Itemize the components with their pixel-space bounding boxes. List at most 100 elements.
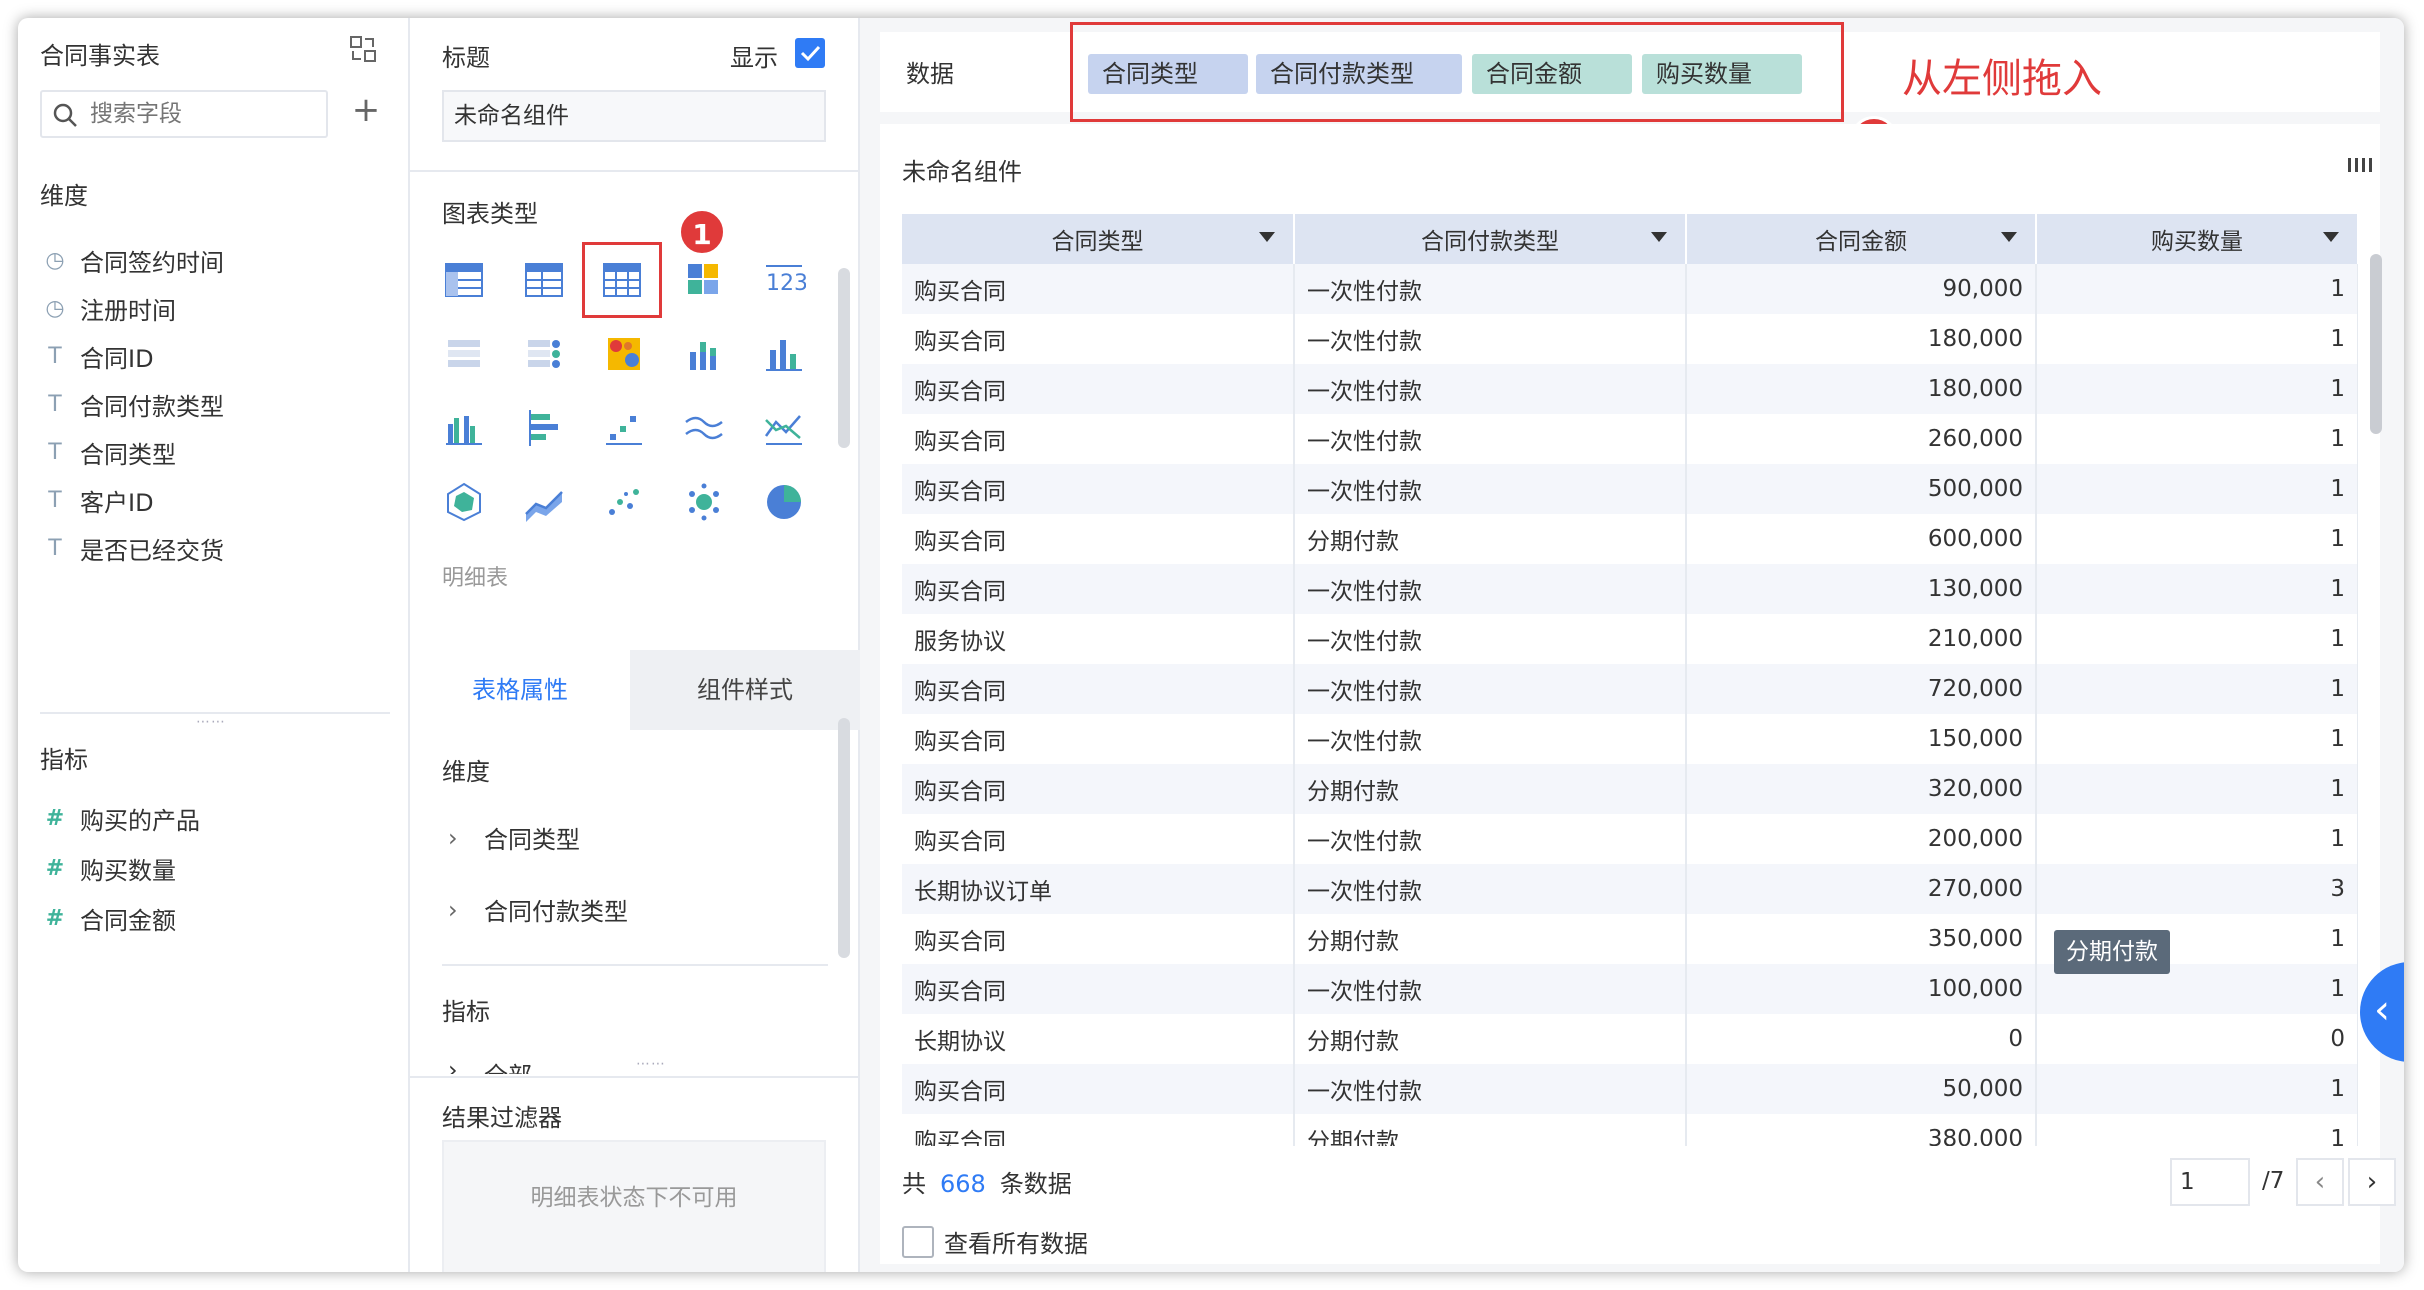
view-all-toggle[interactable]: 查看所有数据 [902, 1224, 1088, 1259]
chart-type-line[interactable] [680, 404, 728, 452]
table-row[interactable]: 服务协议 一次性付款 210,000 1 [902, 614, 2358, 664]
table-cell: 100,000 [1686, 964, 2037, 1014]
table-viewport: 合同类型 合同付款类型 合同金额 购买数量 购买合同 一次性付款 90,000 1 购买… [902, 214, 2358, 1146]
measure-item[interactable]: ›全部 [448, 1056, 532, 1074]
chart-type-color-table[interactable] [440, 330, 488, 378]
chart-type-scatter-bar[interactable] [600, 404, 648, 452]
section-divider [442, 964, 828, 966]
switch-dataset-icon[interactable] [348, 34, 378, 64]
chart-type-radar[interactable] [440, 478, 488, 526]
column-header[interactable]: 合同类型 [902, 214, 1295, 264]
view-all-checkbox[interactable] [902, 1225, 934, 1258]
component-tools-icon[interactable] [2346, 154, 2376, 176]
table-row[interactable]: 购买合同 一次性付款 150,000 1 [902, 714, 2358, 764]
section-divider [410, 170, 860, 172]
pie-chart-icon [767, 485, 801, 519]
resize-grip[interactable]: ⋯⋯ [196, 714, 226, 730]
tab-component-style[interactable]: 组件样式 [630, 650, 860, 730]
next-page-button[interactable]: › [2348, 1158, 2396, 1206]
table-cell: 1 [2036, 614, 2358, 664]
measure-item[interactable]: # 合同金额 [40, 900, 176, 936]
grouped-bar-icon [446, 416, 482, 445]
column-header[interactable]: 购买数量 [2036, 214, 2358, 264]
chart-type-stack-bar[interactable] [680, 330, 728, 378]
result-filter-box: 明细表状态下不可用 [442, 1140, 826, 1272]
measure-item[interactable]: # 购买数量 [40, 850, 176, 886]
text-type-icon: T [48, 343, 62, 369]
field-item[interactable]: ◷ 合同签约时间 [40, 242, 224, 278]
table-row[interactable]: 购买合同 一次性付款 50,000 1 [902, 1064, 2358, 1114]
column-header[interactable]: 合同金额 [1686, 214, 2037, 264]
table-cell: 长期协议 [902, 1014, 1295, 1064]
prev-page-button[interactable]: ‹ [2296, 1158, 2344, 1206]
table-row[interactable]: 购买合同 一次性付款 260,000 1 [902, 414, 2358, 464]
table-row[interactable]: 购买合同 分期付款 380,000 1 [902, 1114, 2358, 1146]
dimension-item[interactable]: › 合同类型 [448, 820, 580, 855]
table-cell: 长期协议订单 [902, 864, 1295, 914]
table-row[interactable]: 购买合同 一次性付款 130,000 1 [902, 564, 2358, 614]
table-cell: 1 [2036, 664, 2358, 714]
component-name-input[interactable]: 未命名组件 [442, 90, 826, 142]
table-cell: 购买合同 [902, 714, 1295, 764]
measure-item[interactable]: # 购买的产品 [40, 800, 200, 836]
chart-type-rect-tree[interactable] [680, 256, 728, 304]
column-header[interactable]: 合同付款类型 [1294, 214, 1687, 264]
field-item[interactable]: T 合同类型 [40, 434, 176, 470]
chart-type-area[interactable] [760, 404, 808, 452]
resize-grip[interactable]: ⋯⋯ [636, 1056, 666, 1072]
cell-tooltip: 分期付款 [2054, 930, 2170, 974]
chart-type-horizontal-bar[interactable] [520, 404, 568, 452]
field-item[interactable]: T 是否已经交货 [40, 530, 224, 566]
field-item[interactable]: ◷ 注册时间 [40, 290, 176, 326]
chart-type-dot-table[interactable] [520, 330, 568, 378]
chart-type-range-area[interactable] [520, 478, 568, 526]
chart-type-group-bar[interactable] [440, 404, 488, 452]
table-cell: 90,000 [1686, 264, 2037, 314]
table-row[interactable]: 购买合同 分期付款 600,000 1 [902, 514, 2358, 564]
table-row[interactable]: 长期协议 分期付款 0 0 [902, 1014, 2358, 1064]
chart-type-scrollbar[interactable] [838, 268, 850, 448]
sort-dropdown-icon[interactable] [2001, 232, 2017, 242]
field-search[interactable] [40, 90, 328, 138]
chart-type-pie[interactable] [760, 478, 808, 526]
radar-chart-icon [447, 482, 481, 522]
chart-type-group-table[interactable] [440, 256, 488, 304]
chart-type-detail-table[interactable] [582, 242, 662, 318]
show-title-checkbox[interactable] [795, 38, 825, 68]
table-row[interactable]: 购买合同 一次性付款 180,000 1 [902, 314, 2358, 364]
sort-dropdown-icon[interactable] [1259, 232, 1275, 242]
table-cell: 150,000 [1686, 714, 2037, 764]
config-scrollbar[interactable] [838, 718, 850, 958]
sort-dropdown-icon[interactable] [1651, 232, 1667, 242]
search-input[interactable] [90, 98, 320, 130]
table-cell: 1 [2036, 764, 2358, 814]
sort-dropdown-icon[interactable] [2323, 232, 2339, 242]
field-item[interactable]: T 客户ID [40, 482, 153, 518]
line-chart-icon [685, 416, 723, 440]
field-item[interactable]: T 合同ID [40, 338, 153, 374]
table-row[interactable]: 购买合同 一次性付款 200,000 1 [902, 814, 2358, 864]
table-component: 未命名组件 合同类型 合同付款类型 合同金额 购买数量 购买合同 一次性付款 9… [880, 124, 2396, 1264]
table-cell: 一次性付款 [1294, 864, 1687, 914]
chevron-right-icon: › [448, 1056, 458, 1074]
table-scrollbar[interactable] [2370, 254, 2382, 434]
table-row[interactable]: 购买合同 一次性付款 720,000 1 [902, 664, 2358, 714]
chart-type-scatter[interactable] [600, 478, 648, 526]
tab-table-properties[interactable]: 表格属性 [410, 650, 630, 730]
chart-type-cross-table[interactable] [520, 256, 568, 304]
add-field-button[interactable]: + [350, 93, 382, 127]
chart-type-bar[interactable] [760, 330, 808, 378]
table-row[interactable]: 购买合同 一次性付款 500,000 1 [902, 464, 2358, 514]
table-row[interactable]: 购买合同 分期付款 320,000 1 [902, 764, 2358, 814]
table-row[interactable]: 购买合同 一次性付款 90,000 1 [902, 264, 2358, 314]
dimension-item[interactable]: › 合同付款类型 [448, 892, 628, 927]
drag-hint-text: 从左侧拖入 [1902, 56, 2102, 102]
table-cell: 一次性付款 [1294, 564, 1687, 614]
chart-type-kpi[interactable]: 123 [760, 256, 808, 304]
chart-type-bubble[interactable] [680, 478, 728, 526]
chart-type-heatmap[interactable] [600, 330, 648, 378]
table-row[interactable]: 购买合同 一次性付款 180,000 1 [902, 364, 2358, 414]
field-item[interactable]: T 合同付款类型 [40, 386, 224, 422]
table-row[interactable]: 长期协议订单 一次性付款 270,000 3 [902, 864, 2358, 914]
page-number-input[interactable]: 1 [2170, 1158, 2250, 1206]
